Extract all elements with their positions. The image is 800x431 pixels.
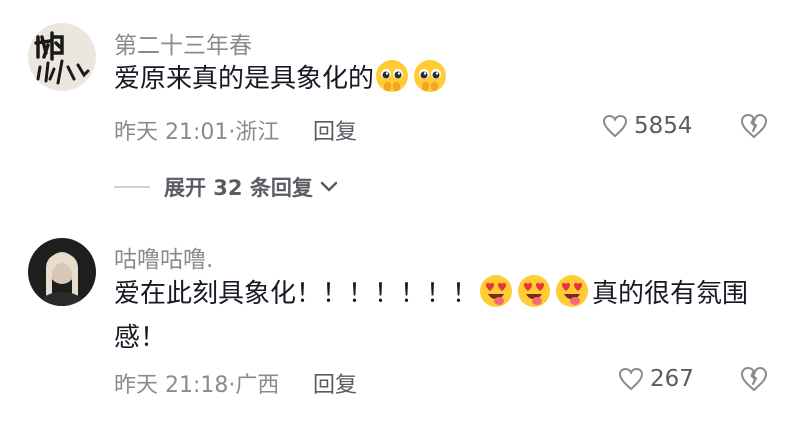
like-button[interactable]: 5854 — [602, 113, 693, 139]
comment-text-body: 爱原来真的是具象化的 — [114, 64, 375, 94]
broken-heart-icon — [741, 367, 767, 391]
pleading-face-hands-emoji — [414, 60, 447, 92]
heart-eyes-tongue-emoji — [480, 275, 513, 307]
like-count: 5854 — [634, 113, 693, 139]
comment-text-body: 爱在此刻具象化！！！！！！！ — [114, 279, 479, 309]
heart-icon — [618, 367, 644, 391]
broken-heart-icon — [741, 114, 767, 138]
divider-line — [114, 186, 150, 188]
heart-eyes-tongue-emoji — [518, 275, 551, 307]
reply-button[interactable]: 回复 — [313, 367, 357, 399]
username[interactable]: 咕噜咕噜. — [114, 240, 213, 274]
avatar[interactable] — [28, 23, 96, 91]
expand-replies-button[interactable]: 展开 32 条回复 — [114, 172, 339, 202]
heart-eyes-tongue-emoji — [556, 275, 589, 307]
comment-text: 爱在此刻具象化！！！！！！！ 真的很有氛围感！ — [114, 272, 774, 360]
username[interactable]: 第二十三年春 — [114, 26, 252, 60]
dislike-button[interactable] — [740, 366, 768, 396]
avatar[interactable] — [28, 238, 96, 306]
dislike-button[interactable] — [740, 113, 768, 143]
comment-text: 爱原来真的是具象化的 — [114, 57, 774, 101]
heart-icon — [602, 114, 628, 138]
like-button[interactable]: 267 — [618, 366, 694, 392]
expand-replies-label: 展开 32 条回复 — [164, 176, 313, 200]
like-count: 267 — [650, 366, 694, 392]
comment-meta: 昨天 21:01·浙江 — [114, 120, 280, 145]
pleading-face-hands-emoji — [376, 60, 409, 92]
chevron-down-icon — [320, 181, 338, 192]
comment-meta: 昨天 21:18·广西 — [114, 373, 280, 398]
reply-button[interactable]: 回复 — [313, 114, 357, 146]
